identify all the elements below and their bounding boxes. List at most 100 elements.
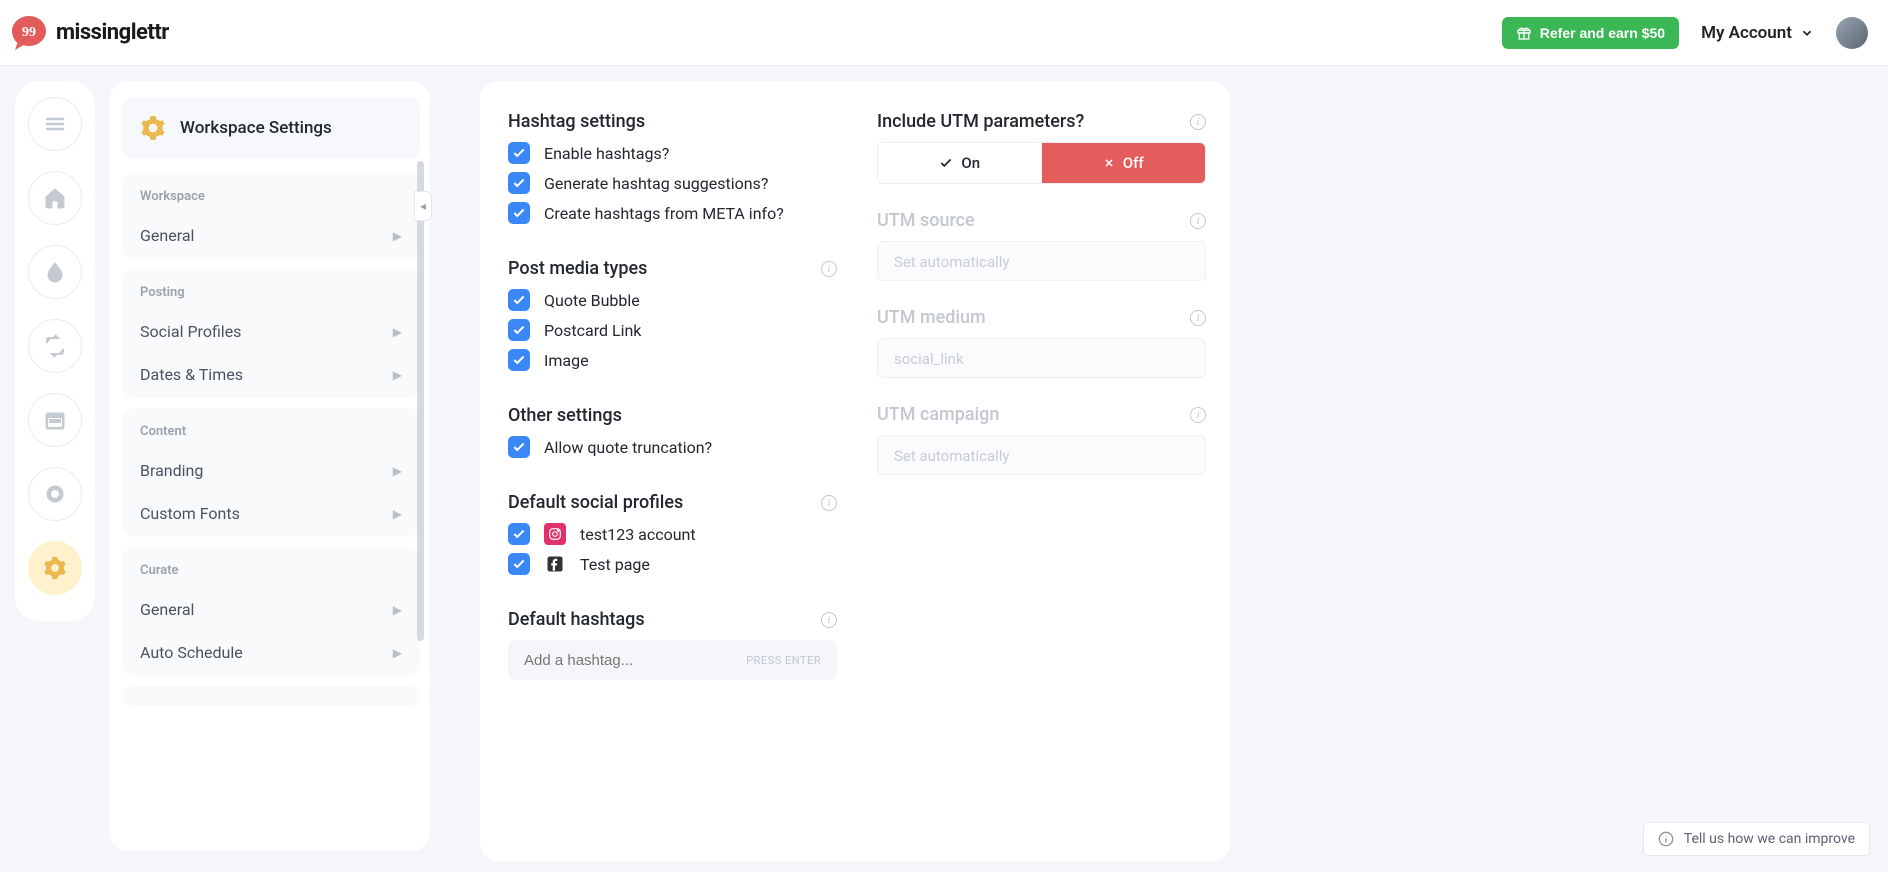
info-icon[interactable]: i: [1190, 310, 1206, 326]
main-card: Hashtag settings Enable hashtags? Genera…: [480, 81, 1230, 861]
checkbox[interactable]: [508, 202, 530, 224]
sidebar-item-branding[interactable]: Branding ▶: [122, 449, 420, 492]
toggle-on-label: On: [961, 154, 980, 172]
brand-text: missinglettr: [56, 20, 169, 45]
check-row-quote-bubble: Quote Bubble: [508, 289, 837, 311]
account-menu[interactable]: My Account: [1701, 23, 1814, 43]
rail-card: [15, 81, 95, 621]
toggle-off[interactable]: Off: [1042, 143, 1206, 183]
sidebar-item-dates-times[interactable]: Dates & Times ▶: [122, 353, 420, 396]
workspace-settings-header[interactable]: Workspace Settings: [122, 97, 420, 159]
section-title: Include UTM parameters? i: [877, 111, 1206, 132]
check-label: Allow quote truncation?: [544, 438, 712, 457]
check-row-quote-truncation: Allow quote truncation?: [508, 436, 837, 458]
default-hashtags-block: Default hashtags i PRESS ENTER: [508, 609, 837, 680]
checkbox[interactable]: [508, 172, 530, 194]
info-icon[interactable]: i: [1190, 407, 1206, 423]
check-label: Postcard Link: [544, 321, 641, 340]
section-title: Post media types i: [508, 258, 837, 279]
checkbox[interactable]: [508, 436, 530, 458]
sidebar-item-curate-general[interactable]: General ▶: [122, 588, 420, 631]
check-label: Quote Bubble: [544, 291, 640, 310]
info-icon[interactable]: i: [821, 495, 837, 511]
utm-medium-block: UTM medium i social_link: [877, 307, 1206, 378]
nav-analytics-button[interactable]: [28, 467, 82, 521]
check-row-postcard-link: Postcard Link: [508, 319, 837, 341]
sidebar-item-general[interactable]: General ▶: [122, 214, 420, 257]
collapse-toggle[interactable]: ◂: [414, 191, 432, 221]
check-label: Create hashtags from META info?: [544, 204, 784, 223]
checkbox[interactable]: [508, 142, 530, 164]
check-row-image: Image: [508, 349, 837, 371]
gear-icon: [140, 115, 166, 141]
nav-home-button[interactable]: [28, 171, 82, 225]
icon-rail: [0, 81, 100, 872]
utm-campaign-input: Set automatically: [877, 435, 1206, 475]
check-row-generate-suggestions: Generate hashtag suggestions?: [508, 172, 837, 194]
nav-settings-button[interactable]: [28, 541, 82, 595]
sidebar-item-custom-fonts[interactable]: Custom Fonts ▶: [122, 492, 420, 535]
post-media-block: Post media types i Quote Bubble Postcard…: [508, 258, 837, 379]
nav-calendar-button[interactable]: [28, 393, 82, 447]
hashtag-input[interactable]: [524, 652, 746, 669]
feedback-widget[interactable]: Tell us how we can improve: [1643, 822, 1870, 856]
avatar[interactable]: [1836, 17, 1868, 49]
sidebar-item-social-profiles[interactable]: Social Profiles ▶: [122, 310, 420, 353]
chevron-right-icon: ▶: [393, 229, 402, 243]
section-title: Default social profiles i: [508, 492, 837, 513]
checkbox[interactable]: [508, 349, 530, 371]
check-label: Enable hashtags?: [544, 144, 669, 163]
hashtag-input-wrapper: PRESS ENTER: [508, 640, 837, 680]
check-icon: [939, 156, 953, 170]
feedback-label: Tell us how we can improve: [1684, 831, 1855, 847]
logo-icon: 99: [10, 14, 48, 52]
nav-drip-button[interactable]: [28, 245, 82, 299]
gear-icon: [43, 556, 67, 580]
check-label: Image: [544, 351, 589, 370]
group-label: Curate: [122, 559, 420, 588]
press-enter-hint: PRESS ENTER: [746, 654, 821, 667]
info-icon[interactable]: i: [821, 612, 837, 628]
info-icon[interactable]: i: [1190, 114, 1206, 130]
instagram-icon: [544, 523, 566, 545]
checkbox[interactable]: [508, 523, 530, 545]
facebook-icon: [544, 553, 566, 575]
sidebar-item-auto-schedule[interactable]: Auto Schedule ▶: [122, 631, 420, 674]
field-label: UTM medium i: [877, 307, 1206, 328]
recycle-icon: [43, 334, 67, 358]
info-icon[interactable]: i: [1190, 213, 1206, 229]
check-row-enable-hashtags: Enable hashtags?: [508, 142, 837, 164]
calendar-icon: [43, 408, 67, 432]
x-icon: [1103, 157, 1115, 169]
utm-medium-input: social_link: [877, 338, 1206, 378]
info-icon: [1658, 831, 1674, 847]
other-settings-block: Other settings Allow quote truncation?: [508, 405, 837, 466]
utm-toggle: On Off: [877, 142, 1206, 184]
checkbox[interactable]: [508, 289, 530, 311]
sidebar-item-label: General: [140, 226, 194, 245]
gift-icon: [1516, 25, 1532, 41]
info-icon[interactable]: i: [821, 261, 837, 277]
brand-logo[interactable]: 99 missinglettr: [10, 14, 169, 52]
right-half: Include UTM parameters? i On Off: [877, 111, 1206, 837]
group-content: Content Branding ▶ Custom Fonts ▶: [122, 408, 420, 537]
checkbox[interactable]: [508, 553, 530, 575]
chevron-right-icon: ▶: [393, 368, 402, 382]
group-posting: Posting Social Profiles ▶ Dates & Times …: [122, 269, 420, 398]
nav-curate-button[interactable]: [28, 319, 82, 373]
donut-icon: [43, 482, 67, 506]
account-label: My Account: [1701, 23, 1792, 43]
main-column: Hashtag settings Enable hashtags? Genera…: [430, 81, 1230, 872]
check-label: Generate hashtag suggestions?: [544, 174, 768, 193]
utm-toggle-block: Include UTM parameters? i On Off: [877, 111, 1206, 184]
settings-column: Workspace Settings Workspace General ▶ P…: [100, 81, 430, 872]
utm-source-input: Set automatically: [877, 241, 1206, 281]
toggle-on[interactable]: On: [878, 143, 1042, 183]
sidebar-item-label: Custom Fonts: [140, 504, 240, 523]
checkbox[interactable]: [508, 319, 530, 341]
settings-panel: Workspace Settings Workspace General ▶ P…: [110, 81, 430, 851]
group-label: Posting: [122, 281, 420, 310]
sidebar-item-label: Dates & Times: [140, 365, 243, 384]
refer-button[interactable]: Refer and earn $50: [1502, 17, 1679, 49]
nav-menu-button[interactable]: [28, 97, 82, 151]
